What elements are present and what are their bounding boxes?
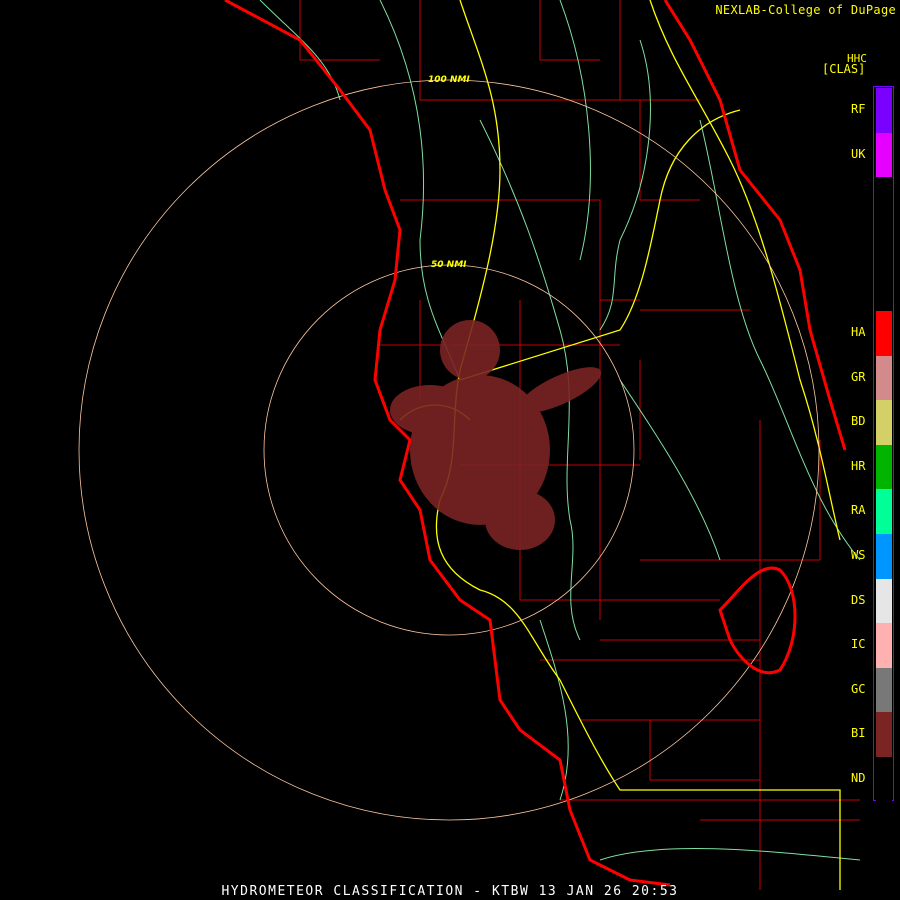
legend-swatch-rf <box>876 88 892 133</box>
legend-swatch-hr <box>876 444 892 490</box>
county-lines <box>299 0 860 890</box>
product-type: [CLAS] <box>822 62 866 76</box>
legend-label: BD <box>851 414 866 429</box>
legend-swatch-ws <box>876 534 892 579</box>
legend-swatch-ds <box>876 578 892 624</box>
ring-label-50: 50 NMI <box>431 260 467 270</box>
radar-map: 100 NMI 50 NMI <box>78 0 861 890</box>
legend-swatch-nd <box>876 757 892 802</box>
legend-label: RA <box>851 503 866 518</box>
legend-label: GC <box>851 681 866 696</box>
legend-label: WS <box>851 548 866 562</box>
legend-swatch-ic <box>876 623 892 668</box>
legend-label: ND <box>851 771 866 785</box>
legend-label: HR <box>851 458 866 473</box>
legend-swatch-empty <box>876 266 892 311</box>
color-legend <box>873 86 894 802</box>
legend-label: DS <box>851 592 866 607</box>
legend-swatch-gr <box>876 355 892 401</box>
credit-text: NEXLAB-College of DuPage <box>715 3 896 17</box>
legend-swatch-empty <box>876 221 892 267</box>
legend-label: BI <box>851 726 866 741</box>
legend-label: HA <box>851 325 866 339</box>
legend-swatch-ha <box>876 311 892 356</box>
legend-label: GR <box>851 369 866 384</box>
rivers <box>259 0 861 861</box>
ring-label-100: 100 NMI <box>428 75 470 85</box>
legend-swatch-empty <box>876 177 892 222</box>
product-title: HYDROMETEOR CLASSIFICATION - KTBW 13 JAN… <box>221 884 679 899</box>
legend-swatch-gc <box>876 667 892 713</box>
legend-label: IC <box>851 637 866 652</box>
legend-swatch-ra <box>876 489 892 534</box>
legend-label: RF <box>851 102 866 116</box>
legend-swatch-bi <box>876 712 892 757</box>
legend-swatch-bd <box>876 400 892 445</box>
legend-swatch-uk <box>876 132 892 178</box>
legend-label: UK <box>851 146 866 161</box>
radar-display: 100 NMI 50 NMI NEXLAB-College of DuPage … <box>0 0 900 900</box>
